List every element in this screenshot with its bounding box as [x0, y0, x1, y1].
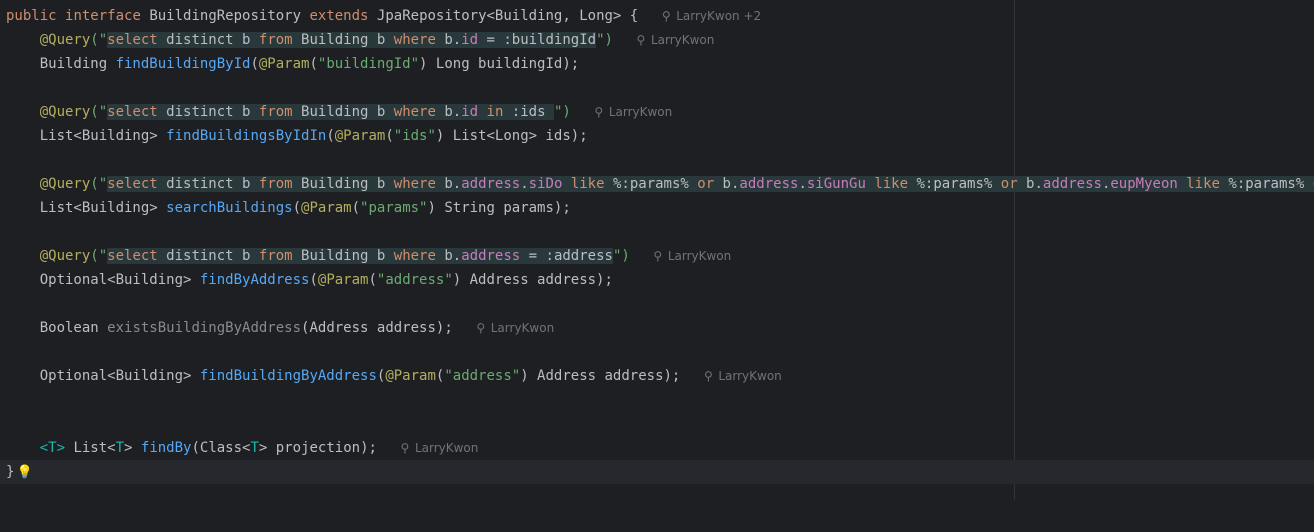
author-name: LarryKwon [718, 369, 782, 383]
query-string: select distinct b from Building b where … [107, 32, 597, 48]
extends-type: JpaRepository<Building, Long> { [376, 8, 639, 24]
author-name: LarryKwon [608, 105, 673, 119]
method-name: searchBuildings [166, 200, 293, 216]
annotation-param: @Param [385, 368, 436, 384]
code-line-query-search[interactable]: @Query("select distinct b from Building … [0, 172, 1314, 196]
code-line-find-buildings-by-id-in[interactable]: List<Building> findBuildingsByIdIn(@Para… [0, 124, 1314, 148]
annotation-param: @Param [334, 128, 386, 144]
method-name-unused: existsBuildingByAddress [107, 320, 302, 336]
query-string: select distinct b from Building b where … [107, 248, 613, 264]
code-line-query-address[interactable]: @Query("select distinct b from Building … [0, 244, 1314, 268]
author-name: LarryKwon +2 [676, 9, 762, 23]
code-line-interface-declaration[interactable]: public interface BuildingRepository exte… [0, 4, 1314, 28]
annotation-query: @Query [39, 248, 91, 264]
method-name: findBy [140, 440, 192, 456]
person-icon: ⚲ [400, 441, 410, 455]
author-annotation[interactable]: ⚲ LarryKwon +2 [660, 4, 761, 28]
param-string: "params" [360, 200, 428, 216]
annotation-param: @Param [301, 200, 352, 216]
author-annotation[interactable]: ⚲ LarryKwon [652, 244, 731, 268]
keyword-public: public [6, 8, 57, 24]
code-line-query-find-by-id[interactable]: @Query("select distinct b from Building … [0, 28, 1314, 52]
author-name: LarryKwon [667, 249, 732, 263]
type-param: <T> [39, 440, 66, 456]
code-line-find-building-by-id[interactable]: Building findBuildingById(@Param("buildi… [0, 52, 1314, 76]
author-annotation[interactable]: ⚲ LarryKwon [593, 100, 672, 124]
code-line-find-by-projection[interactable]: <T> List<T> findBy(Class<T> projection);… [0, 436, 1314, 460]
method-name: findByAddress [199, 272, 310, 288]
interface-name: BuildingRepository [149, 8, 302, 24]
author-annotation[interactable]: ⚲ LarryKwon [399, 436, 479, 460]
author-annotation[interactable]: ⚲ LarryKwon [635, 28, 715, 52]
method-name: findBuildingById [115, 56, 251, 72]
method-name: findBuildingsByIdIn [166, 128, 327, 144]
param-string: "buildingId" [317, 56, 420, 72]
author-name: LarryKwon [490, 321, 555, 335]
closing-brace: } [6, 464, 15, 480]
code-line-search-buildings[interactable]: List<Building> searchBuildings(@Param("p… [0, 196, 1314, 220]
annotation-param: @Param [258, 56, 310, 72]
person-icon: ⚲ [476, 321, 486, 335]
param-string: "address" [444, 368, 521, 384]
string-open: (" [90, 32, 108, 48]
lightbulb-icon[interactable]: 💡 [16, 465, 32, 480]
string-close: ") [596, 32, 613, 48]
code-editor[interactable]: public interface BuildingRepository exte… [0, 0, 1314, 500]
param-string: "address" [376, 272, 453, 288]
code-line-find-building-by-address[interactable]: Optional<Building> findBuildingByAddress… [0, 364, 1314, 388]
param-string: "ids" [393, 128, 436, 144]
code-line-closing-brace[interactable]: } 💡 [0, 460, 1314, 484]
keyword-interface: interface [65, 8, 141, 24]
query-string: select distinct b from Building b where … [107, 176, 1314, 192]
code-line-query-ids[interactable]: @Query("select distinct b from Building … [0, 100, 1314, 124]
annotation-query: @Query [39, 32, 91, 48]
return-type: Building [39, 56, 116, 72]
code-line-exists-building-by-address[interactable]: Boolean existsBuildingByAddress(Address … [0, 316, 1314, 340]
author-annotation[interactable]: ⚲ LarryKwon [475, 316, 554, 340]
person-icon: ⚲ [653, 249, 663, 263]
person-icon: ⚲ [636, 33, 646, 47]
method-name: findBuildingByAddress [199, 368, 377, 384]
person-icon: ⚲ [703, 369, 713, 383]
author-name: LarryKwon [414, 441, 479, 455]
person-icon: ⚲ [661, 9, 671, 23]
query-string: select distinct b from Building b where … [107, 104, 554, 120]
code-line-find-by-address[interactable]: Optional<Building> findByAddress(@Param(… [0, 268, 1314, 292]
person-icon: ⚲ [594, 105, 604, 119]
author-annotation[interactable]: ⚲ LarryKwon [702, 364, 782, 388]
annotation-query: @Query [39, 104, 91, 120]
annotation-param: @Param [317, 272, 369, 288]
annotation-query: @Query [39, 176, 91, 192]
author-name: LarryKwon [650, 33, 715, 47]
keyword-extends: extends [309, 8, 369, 24]
